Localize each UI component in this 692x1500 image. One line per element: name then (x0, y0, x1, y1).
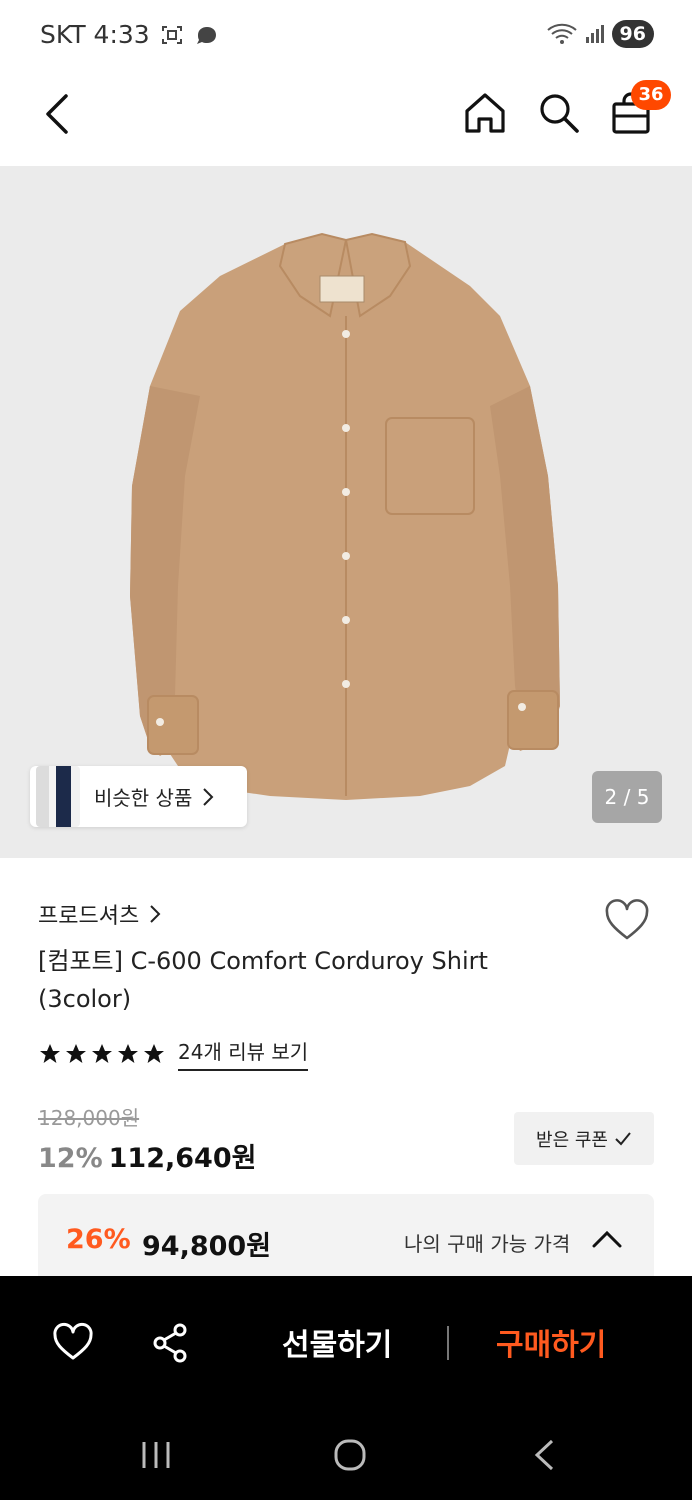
action-divider (447, 1326, 449, 1360)
bottom-action-bar: 선물하기 구매하기 (0, 1276, 692, 1410)
coupon-label: 받은 쿠폰 (536, 1129, 608, 1151)
rating-row: 24개 리뷰 보기 (38, 1036, 309, 1071)
my-price: 94,800원 (142, 1231, 272, 1262)
heart-icon (53, 1322, 93, 1360)
price-row: 12% 112,640원 (38, 1136, 256, 1175)
star-icon (92, 1043, 112, 1063)
discount-rate: 12% (38, 1143, 103, 1174)
star-icon (40, 1043, 60, 1063)
recent-apps-icon[interactable] (140, 1440, 172, 1470)
my-price-panel[interactable]: 26% 94,800원 나의 구매 가능 가격 (38, 1194, 654, 1286)
status-left: SKT 4:33 (40, 20, 220, 49)
check-icon (615, 1131, 631, 1145)
product-title: [컴포트] C-600 Comfort Corduroy Shirt (3col… (38, 947, 488, 1013)
review-link[interactable]: 24개 리뷰 보기 (178, 1036, 309, 1071)
star-icon (66, 1043, 86, 1063)
gift-button[interactable]: 선물하기 (282, 1320, 392, 1364)
system-navigation-bar (0, 1410, 692, 1500)
buy-button[interactable]: 구매하기 (496, 1320, 606, 1364)
chevron-right-icon (150, 905, 161, 923)
product-image-gallery[interactable]: 비슷한 상품 2 / 5 (0, 166, 692, 858)
heart-icon (605, 899, 649, 940)
similar-product-thumbnail (36, 766, 80, 827)
status-bar: SKT 4:33 96 (0, 0, 692, 70)
received-coupon-button[interactable]: 받은 쿠폰 (514, 1112, 654, 1165)
original-price: 128,000원 (38, 1106, 140, 1130)
share-icon (153, 1323, 187, 1363)
app-header: 36 (0, 70, 692, 166)
back-button[interactable] (38, 92, 78, 136)
share-button[interactable] (150, 1322, 192, 1364)
home-button[interactable] (462, 90, 508, 136)
similar-products-label: 비슷한 상품 (94, 786, 193, 810)
status-right: 96 (546, 20, 654, 48)
carrier-time: SKT 4:33 (40, 20, 150, 49)
star-icon (118, 1043, 138, 1063)
screenshot-icon (161, 25, 182, 44)
similar-products-button[interactable]: 비슷한 상품 (30, 766, 247, 827)
wishlist-button[interactable] (604, 898, 650, 942)
my-discount-rate: 26% (66, 1224, 131, 1255)
home-icon (465, 93, 505, 133)
chat-icon (196, 26, 216, 44)
star-rating (38, 1042, 166, 1066)
image-page-indicator: 2 / 5 (592, 771, 662, 823)
brand-name: 프로드셔츠 (38, 904, 140, 929)
star-icon (144, 1043, 164, 1063)
wifi-icon (546, 23, 577, 44)
sale-price: 112,640원 (108, 1143, 257, 1174)
chevron-up-icon[interactable] (592, 1230, 622, 1248)
chevron-left-icon (46, 94, 68, 134)
brand-link[interactable]: 프로드셔츠 (38, 898, 161, 930)
cart-count-badge: 36 (631, 80, 671, 110)
search-icon (540, 94, 579, 133)
signal-icon (585, 25, 604, 43)
action-wishlist-button[interactable] (52, 1322, 94, 1362)
battery-indicator: 96 (611, 20, 654, 48)
search-button[interactable] (536, 90, 582, 136)
my-price-label: 나의 구매 가능 가격 (404, 1232, 571, 1256)
shirt-image (130, 232, 560, 800)
nav-back-icon[interactable] (532, 1438, 556, 1472)
home-circle-icon[interactable] (333, 1438, 367, 1472)
chevron-right-icon (203, 787, 214, 806)
